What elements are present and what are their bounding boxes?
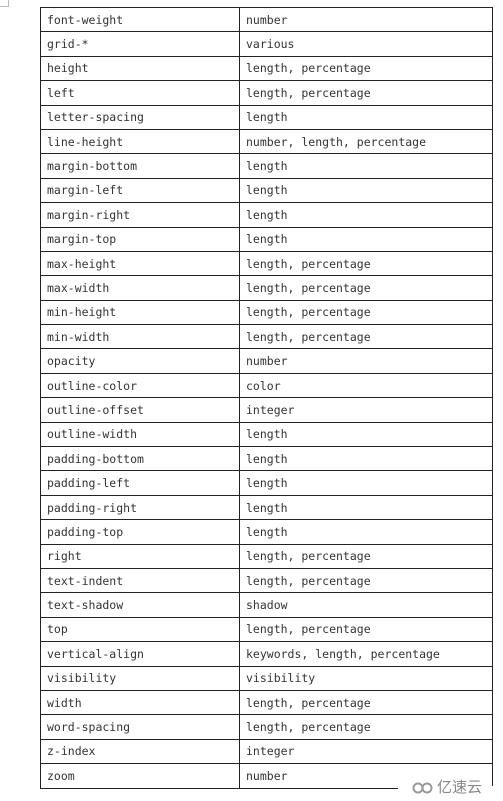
property-name-cell: outline-offset bbox=[40, 397, 240, 423]
property-type-cell: length bbox=[239, 226, 493, 252]
property-name-cell: text-indent bbox=[40, 567, 240, 594]
property-type-cell: color bbox=[239, 372, 493, 399]
property-name-cell: height bbox=[40, 55, 240, 82]
table-row: margin-bottom length bbox=[40, 153, 493, 179]
table-row: text-indent length, percentage bbox=[40, 567, 493, 594]
table-row: padding-left length bbox=[40, 470, 493, 496]
table-row: outline-offset integer bbox=[40, 397, 493, 423]
property-name-cell: margin-top bbox=[40, 226, 240, 252]
property-name-cell: letter-spacing bbox=[40, 104, 240, 130]
table-row: z-index integer bbox=[40, 738, 493, 765]
property-name-cell: min-height bbox=[40, 299, 240, 326]
property-type-cell: length, percentage bbox=[239, 299, 493, 326]
property-name-cell: padding-right bbox=[40, 494, 240, 521]
property-name-cell: margin-left bbox=[40, 177, 240, 204]
table-row: padding-right length bbox=[40, 494, 493, 521]
property-type-cell: integer bbox=[239, 738, 493, 765]
table-row: visibility visibility bbox=[40, 665, 493, 691]
property-name-cell: width bbox=[40, 689, 240, 716]
property-type-cell: length, percentage bbox=[239, 275, 493, 301]
property-type-cell: length bbox=[239, 153, 493, 179]
property-name-cell: padding-top bbox=[40, 519, 240, 545]
property-type-cell: length bbox=[239, 519, 493, 545]
property-type-cell: length, percentage bbox=[239, 80, 493, 106]
property-type-cell: length bbox=[239, 177, 493, 204]
property-type-cell: number bbox=[239, 348, 493, 374]
table-row: right length, percentage bbox=[40, 543, 493, 569]
property-name-cell: grid-* bbox=[40, 31, 240, 57]
property-name-cell: z-index bbox=[40, 738, 240, 765]
table-row: margin-left length bbox=[40, 177, 493, 204]
property-type-cell: length, percentage bbox=[239, 55, 493, 82]
table-row: padding-bottom length bbox=[40, 446, 493, 472]
property-name-cell: max-height bbox=[40, 250, 240, 277]
table-row: max-height length, percentage bbox=[40, 250, 493, 277]
property-type-cell: length, percentage bbox=[239, 689, 493, 716]
table-row: min-width length, percentage bbox=[40, 324, 493, 350]
property-name-cell: margin-bottom bbox=[40, 153, 240, 179]
property-name-cell: word-spacing bbox=[40, 714, 240, 740]
property-type-cell: various bbox=[239, 31, 493, 57]
property-type-cell: length, percentage bbox=[239, 250, 493, 277]
property-name-cell: vertical-align bbox=[40, 641, 240, 667]
table-row: min-height length, percentage bbox=[40, 299, 493, 326]
property-type-cell: length, percentage bbox=[239, 714, 493, 740]
table-row: line-height number, length, percentage bbox=[40, 128, 493, 155]
property-type-cell: keywords, length, percentage bbox=[239, 641, 493, 667]
property-type-cell: length, percentage bbox=[239, 324, 493, 350]
watermark-text: 亿速云 bbox=[437, 778, 483, 796]
watermark: 亿速云 bbox=[408, 776, 487, 797]
property-type-cell: length, percentage bbox=[239, 567, 493, 594]
property-type-cell: number, length, percentage bbox=[239, 128, 493, 155]
property-type-cell: length bbox=[239, 470, 493, 496]
table-row: top length, percentage bbox=[40, 616, 493, 643]
table-row: max-width length, percentage bbox=[40, 275, 493, 301]
property-type-cell: integer bbox=[239, 397, 493, 423]
property-name-cell: margin-right bbox=[40, 202, 240, 228]
property-name-cell: outline-width bbox=[40, 421, 240, 448]
property-name-cell: opacity bbox=[40, 348, 240, 374]
cloud-logo-icon bbox=[412, 782, 433, 793]
table-row: outline-width length bbox=[40, 421, 493, 448]
property-name-cell: left bbox=[40, 80, 240, 106]
page-corner-mark bbox=[0, 0, 9, 7]
table-row: margin-right length bbox=[40, 202, 493, 228]
table-row: letter-spacing length bbox=[40, 104, 493, 130]
table-row: text-shadow shadow bbox=[40, 592, 493, 618]
table-row: vertical-align keywords, length, percenta… bbox=[40, 641, 493, 667]
property-type-cell: length bbox=[239, 202, 493, 228]
property-name-cell: outline-color bbox=[40, 372, 240, 399]
property-type-cell: length bbox=[239, 421, 493, 448]
property-name-cell: padding-left bbox=[40, 470, 240, 496]
property-name-cell: top bbox=[40, 616, 240, 643]
table-row: padding-top length bbox=[40, 519, 493, 545]
property-type-cell: length, percentage bbox=[239, 616, 493, 643]
table-row: height length, percentage bbox=[40, 55, 493, 82]
table-row: left length, percentage bbox=[40, 80, 493, 106]
property-name-cell: zoom bbox=[40, 763, 240, 789]
property-name-cell: line-height bbox=[40, 128, 240, 155]
table-row: opacity number bbox=[40, 348, 493, 374]
property-name-cell: right bbox=[40, 543, 240, 569]
property-type-cell: length bbox=[239, 446, 493, 472]
property-name-cell: text-shadow bbox=[40, 592, 240, 618]
property-name-cell: font-weight bbox=[40, 6, 240, 33]
property-type-cell: visibility bbox=[239, 665, 493, 691]
property-type-cell: length bbox=[239, 104, 493, 130]
property-type-cell: length bbox=[239, 494, 493, 521]
table-row: grid-* various bbox=[40, 31, 493, 57]
table-row: width length, percentage bbox=[40, 689, 493, 716]
table-row: font-weight number bbox=[40, 6, 493, 33]
property-name-cell: max-width bbox=[40, 275, 240, 301]
property-name-cell: min-width bbox=[40, 324, 240, 350]
table-row: word-spacing length, percentage bbox=[40, 714, 493, 740]
css-properties-table: font-weight number grid-* various height leng… bbox=[40, 6, 493, 789]
property-name-cell: visibility bbox=[40, 665, 240, 691]
property-type-cell: number bbox=[239, 6, 493, 33]
table-row: margin-top length bbox=[40, 226, 493, 252]
property-type-cell: length, percentage bbox=[239, 543, 493, 569]
property-name-cell: padding-bottom bbox=[40, 446, 240, 472]
property-type-cell: shadow bbox=[239, 592, 493, 618]
table-row: outline-color color bbox=[40, 372, 493, 399]
